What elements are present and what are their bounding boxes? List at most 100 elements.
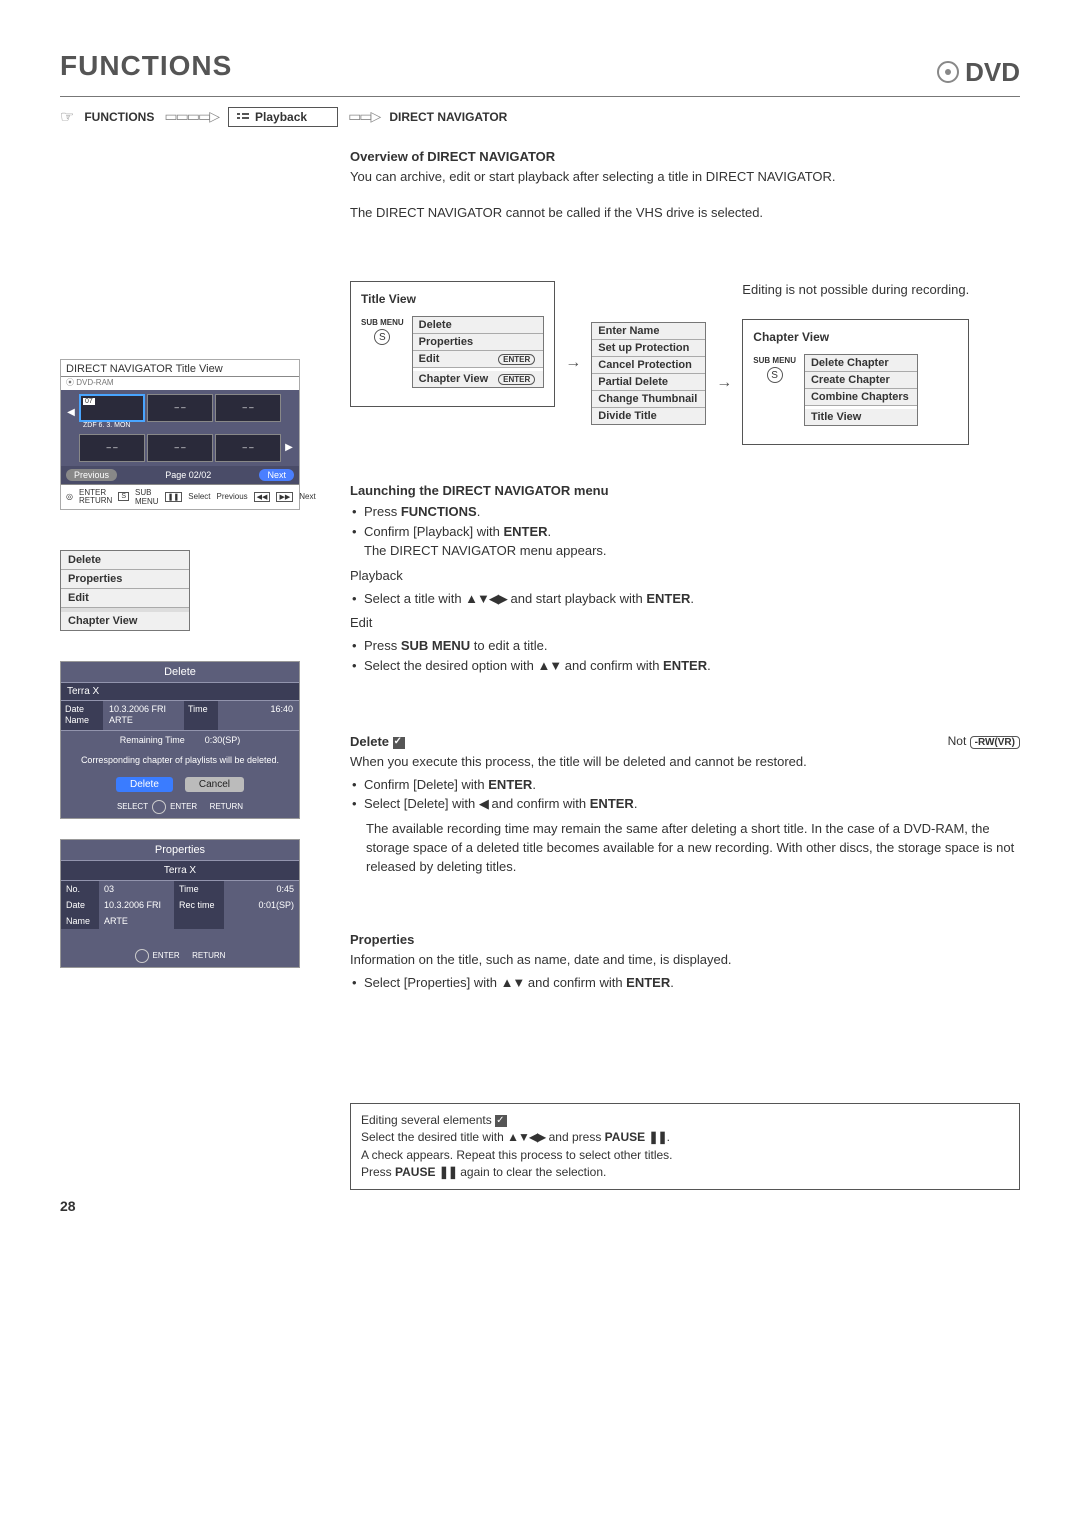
menu-item-edit[interactable]: EditENTER — [413, 351, 544, 368]
launching-heading: Launching the DIRECT NAVIGATOR menu — [350, 483, 1020, 498]
menu-item-chapter-view[interactable]: Chapter View — [61, 608, 189, 630]
pause-icon: ❚❚ — [439, 1165, 457, 1179]
left-column: DIRECT NAVIGATOR Title View ⦿ DVD-RAM ◀ … — [60, 149, 330, 1214]
title-view-box: Title View SUB MENU S Delete Properties … — [350, 281, 555, 407]
menu-item-change-thumbnail[interactable]: Change Thumbnail — [592, 391, 705, 408]
thumbnail-empty[interactable]: – – — [215, 394, 281, 422]
properties-dialog: Properties Terra X No.03 Time0:45 Date10… — [60, 839, 300, 968]
list-item: Select the desired option with ▲▼ and co… — [350, 656, 1020, 676]
arrow-chain-icon-2: ▭▭▷ — [348, 108, 379, 125]
dvd-label: DVD — [937, 57, 1020, 88]
thumbnail-empty[interactable]: – – — [147, 394, 213, 422]
list-item: Select [Delete] with ◀ and confirm with … — [350, 794, 1020, 814]
thumbnail-label: ZDF 6. 3. MON — [79, 422, 145, 432]
edit-subheading: Edit — [350, 614, 1020, 633]
page-indicator: Page 02/02 — [165, 470, 211, 480]
overview-p2: The DIRECT NAVIGATOR cannot be called if… — [350, 204, 1020, 223]
dn-screen-subtitle: ⦿ DVD-RAM — [61, 377, 299, 390]
delete-section: Not -RW(VR) Delete When you execute this… — [350, 734, 1020, 876]
menu-item-title-view[interactable]: Title View — [805, 406, 917, 425]
properties-dialog-title: Properties — [61, 840, 299, 860]
list-item: Confirm [Playback] with ENTER.The DIRECT… — [350, 522, 1020, 561]
playback-subheading: Playback — [350, 567, 1020, 586]
editing-note: Editing is not possible during recording… — [742, 281, 969, 299]
check-icon — [393, 737, 405, 749]
hand-icon: ☞ — [60, 107, 74, 127]
delete-dialog-message: Corresponding chapter of playlists will … — [61, 749, 299, 771]
overview-heading: Overview of DIRECT NAVIGATOR — [350, 149, 1020, 164]
breadcrumb-direct-navigator: DIRECT NAVIGATOR — [389, 110, 507, 124]
title-view-menu: Delete Properties EditENTER Chapter View… — [412, 316, 545, 388]
arrow-right-icon: → — [716, 374, 732, 392]
s-key-icon: S — [118, 492, 129, 501]
menu-item-properties[interactable]: Properties — [413, 334, 544, 351]
arrow-right-icon: → — [565, 354, 581, 372]
delete-dialog-title: Delete — [61, 662, 299, 682]
prev-page-arrow[interactable]: ◀ — [65, 407, 77, 418]
launching-steps: Press FUNCTIONS. Confirm [Playback] with… — [350, 502, 1020, 561]
thumbnail-empty[interactable]: – – — [79, 434, 145, 462]
menu-item-create-chapter[interactable]: Create Chapter — [805, 372, 917, 389]
breadcrumb-functions: FUNCTIONS — [84, 110, 154, 124]
rewind-key-icon: ◀◀ — [254, 492, 271, 502]
page-header: FUNCTIONS DVD — [60, 50, 1020, 88]
enter-badge: ENTER — [498, 374, 535, 385]
thumbnail-empty[interactable]: – – — [147, 434, 213, 462]
delete-note: The available recording time may remain … — [366, 820, 1020, 877]
playback-box: Playback — [228, 107, 338, 127]
joypad-icon — [152, 800, 166, 814]
menu-item-combine-chapters[interactable]: Combine Chapters — [805, 389, 917, 406]
list-icon — [237, 112, 249, 122]
menu-item-cancel-protection[interactable]: Cancel Protection — [592, 357, 705, 374]
menu-item-delete[interactable]: Delete — [413, 317, 544, 334]
menu-item-properties[interactable]: Properties — [61, 570, 189, 589]
breadcrumb-playback: Playback — [255, 110, 307, 124]
thumbnail-selected[interactable]: 07 — [79, 394, 145, 422]
editing-several-box: Editing several elements Select the desi… — [350, 1103, 1020, 1191]
direct-navigator-screen: DIRECT NAVIGATOR Title View ⦿ DVD-RAM ◀ … — [60, 359, 300, 510]
header-divider — [60, 96, 1020, 97]
enter-badge: ENTER — [498, 354, 535, 365]
chapter-view-menu: Delete Chapter Create Chapter Combine Ch… — [804, 354, 918, 426]
right-column: Overview of DIRECT NAVIGATOR You can arc… — [350, 149, 1020, 1214]
next-page-arrow[interactable]: ▶ — [283, 442, 295, 453]
disc-icon — [937, 61, 959, 83]
delete-confirm-button[interactable]: Delete — [116, 777, 173, 792]
pause-icon: ❚❚ — [648, 1130, 666, 1144]
title-view-label: Title View — [361, 292, 416, 306]
list-item: Confirm [Delete] with ENTER. — [350, 775, 1020, 795]
menu-item-enter-name[interactable]: Enter Name — [592, 323, 705, 340]
dn-bottom-bar: ◎ ENTER RETURN S SUB MENU ❚❚ Select Prev… — [61, 484, 299, 509]
next-button[interactable]: Next — [259, 469, 294, 481]
joypad-icon — [135, 949, 149, 963]
properties-section: Properties Information on the title, suc… — [350, 932, 1020, 992]
list-item: Press FUNCTIONS. — [350, 502, 1020, 522]
menu-item-partial-delete[interactable]: Partial Delete — [592, 374, 705, 391]
menu-item-delete[interactable]: Delete — [61, 551, 189, 570]
menu-item-edit[interactable]: Edit — [61, 589, 189, 608]
pause-key-icon: ❚❚ — [165, 492, 183, 502]
menu-item-divide-title[interactable]: Divide Title — [592, 408, 705, 424]
menu-item-chapter-view[interactable]: Chapter ViewENTER — [413, 368, 544, 387]
small-context-menu: Delete Properties Edit Chapter View — [60, 550, 190, 631]
menu-item-delete-chapter[interactable]: Delete Chapter — [805, 355, 917, 372]
page-number: 28 — [60, 1198, 330, 1214]
list-item: Press SUB MENU to edit a title. — [350, 636, 1020, 656]
edit-submenu: Enter Name Set up Protection Cancel Prot… — [591, 322, 706, 425]
dn-thumbnail-grid: ◀ 07 ZDF 6. 3. MON – – – – – – – – – – ▶ — [61, 390, 299, 466]
thumbnail-empty[interactable]: – – — [215, 434, 281, 462]
ff-key-icon: ▶▶ — [276, 492, 293, 502]
list-item: Select [Properties] with ▲▼ and confirm … — [350, 973, 1020, 993]
arrow-chain-icon: ▭▭▭▭▷ — [164, 108, 218, 125]
not-badge: Not -RW(VR) — [948, 734, 1020, 749]
previous-button[interactable]: Previous — [66, 469, 117, 481]
chapter-view-label: Chapter View — [753, 330, 829, 344]
chapter-view-box: Chapter View SUB MENU S Delete Chapter C… — [742, 319, 969, 445]
delete-dialog-name: Terra X — [61, 682, 299, 700]
delete-cancel-button[interactable]: Cancel — [185, 777, 244, 792]
delete-dialog: Delete Terra X DateName 10.3.2006 FRIART… — [60, 661, 300, 819]
dn-footer-row: Previous Page 02/02 Next — [61, 466, 299, 484]
menu-item-setup-protection[interactable]: Set up Protection — [592, 340, 705, 357]
breadcrumb: ☞ FUNCTIONS ▭▭▭▭▷ Playback ▭▭▷ DIRECT NA… — [60, 107, 1020, 127]
dvd-text: DVD — [965, 57, 1020, 88]
